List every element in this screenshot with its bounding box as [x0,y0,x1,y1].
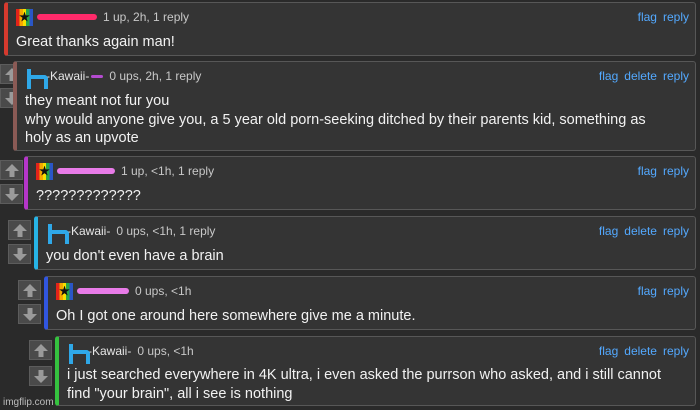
comment-actions: flag reply [638,164,689,178]
comment-2-text: they meant not fur you why would anyone … [25,92,685,148]
upvote-button[interactable] [0,160,23,180]
comment-text-line: i just searched everywhere in 4K ultra, … [67,367,662,383]
reply-link[interactable]: reply [663,344,689,358]
delete-link[interactable]: delete [624,224,657,238]
comment-meta: 0 ups, <1h [135,284,192,298]
comment-1: 1 up, 2h, 1 reply flag reply Great thank… [4,2,696,56]
redacted-username-scribble [57,168,115,174]
comment-4-text: you don't even have a brain [46,247,685,266]
comment-text-line: holy as an upvote [25,130,139,146]
flag-link[interactable]: flag [599,344,618,358]
comment-1-text: Great thanks again man! [16,33,685,52]
comment-text-line: Oh I got one around here somewhere give … [56,308,416,324]
comment-3-text: ????????????? [36,187,685,206]
flag-link[interactable]: flag [599,69,618,83]
upvote-button[interactable] [29,340,52,360]
redacted-username-scribble [37,14,97,20]
arrow-up-icon [4,163,19,177]
rainbow-star-avatar-icon[interactable] [56,282,73,300]
username[interactable]: -Kawaii- [88,344,131,358]
comment-meta: 1 up, 2h, 1 reply [103,10,190,24]
h-letter-avatar-icon[interactable] [25,68,48,89]
username[interactable]: -Kawaii- [46,69,89,83]
flag-link[interactable]: flag [638,164,657,178]
comment-6: -Kawaii- 0 ups, <1h flag delete reply i … [55,336,696,406]
downvote-button[interactable] [0,184,23,204]
arrow-up-icon [12,223,27,237]
arrow-up-icon [22,283,37,297]
downvote-button[interactable] [8,244,31,264]
comment-4: -Kawaii- 0 ups, <1h, 1 reply flag delete… [34,216,696,270]
comment-actions: flag reply [638,10,689,24]
comment-meta: 0 ups, <1h [137,344,194,358]
arrow-down-icon [12,247,27,261]
rainbow-star-avatar-icon[interactable] [36,162,53,180]
comment-3-header: 1 up, <1h, 1 reply flag reply [36,162,689,180]
delete-link[interactable]: delete [624,69,657,83]
comment-actions: flag delete reply [599,69,689,83]
comment-text-line: Great thanks again man! [16,34,175,50]
comment-text-line: why would anyone give you, a 5 year old … [25,111,646,128]
comment-actions: flag reply [638,284,689,298]
comment-5-text: Oh I got one around here somewhere give … [56,307,685,326]
downvote-button[interactable] [18,304,41,324]
comment-meta: 1 up, <1h, 1 reply [121,164,215,178]
reply-link[interactable]: reply [663,69,689,83]
comment-text-line: find "your brain", all i see is nothing [67,385,293,402]
comment-text-line: they meant not fur you [25,93,170,109]
reply-link[interactable]: reply [663,284,689,298]
comment-4-header: -Kawaii- 0 ups, <1h, 1 reply flag delete… [46,222,689,244]
upvote-button[interactable] [18,280,41,300]
delete-link[interactable]: delete [624,344,657,358]
username[interactable]: -Kawaii- [67,224,110,238]
reply-link[interactable]: reply [663,164,689,178]
imgflip-watermark: imgflip.com [3,397,54,408]
comment-5-header: 0 ups, <1h flag reply [56,282,689,300]
comment-text-line: you don't even have a brain [46,248,224,264]
flag-link[interactable]: flag [599,224,618,238]
comment-actions: flag delete reply [599,344,689,358]
upvote-button[interactable] [8,220,31,240]
comment-5: 0 ups, <1h flag reply Oh I got one aroun… [44,276,696,330]
comment-6-header: -Kawaii- 0 ups, <1h flag delete reply [67,342,689,364]
comment-meta: 0 ups, 2h, 1 reply [109,69,202,83]
comment-text-line: ????????????? [36,188,141,204]
redacted-username-scribble [77,288,129,294]
arrow-up-icon [33,343,48,357]
comment-actions: flag delete reply [599,224,689,238]
reply-link[interactable]: reply [663,10,689,24]
comment-2-header: -Kawaii- 0 ups, 2h, 1 reply flag delete … [25,67,689,89]
h-letter-avatar-icon[interactable] [46,223,69,244]
rainbow-star-avatar-icon[interactable] [16,8,33,26]
downvote-button[interactable] [29,366,52,386]
comment-1-header: 1 up, 2h, 1 reply flag reply [16,8,689,26]
scribble-mark [91,74,104,78]
h-letter-avatar-icon[interactable] [67,343,90,364]
reply-link[interactable]: reply [663,224,689,238]
arrow-down-icon [33,369,48,383]
comment-6-text: i just searched everywhere in 4K ultra, … [67,366,685,403]
comment-3: 1 up, <1h, 1 reply flag reply ??????????… [24,156,696,210]
flag-link[interactable]: flag [638,284,657,298]
arrow-down-icon [4,187,19,201]
arrow-down-icon [22,307,37,321]
comment-2: -Kawaii- 0 ups, 2h, 1 reply flag delete … [13,61,696,151]
comment-meta: 0 ups, <1h, 1 reply [116,224,216,238]
flag-link[interactable]: flag [638,10,657,24]
